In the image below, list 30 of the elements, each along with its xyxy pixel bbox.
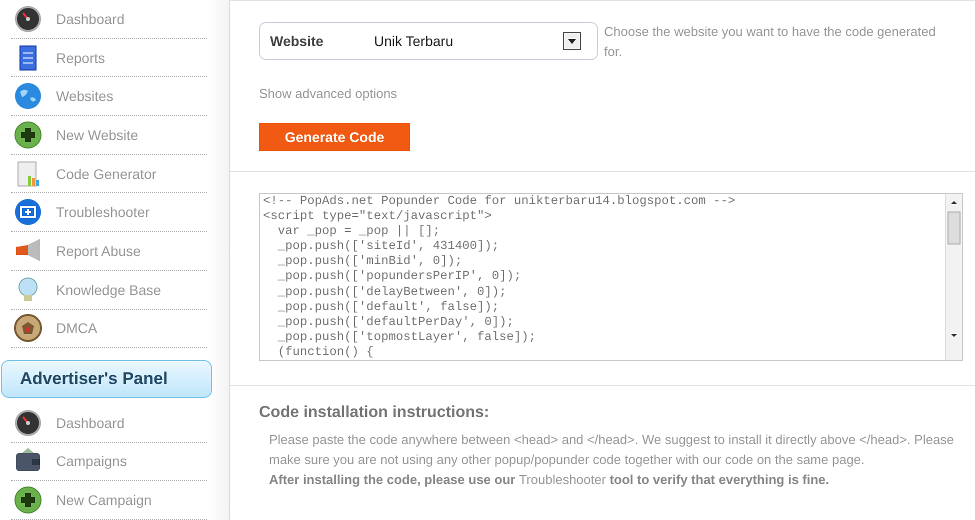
troubleshooter-link[interactable]: Troubleshooter [518,472,606,487]
sidebar-item[interactable]: Report Abuse [11,232,207,271]
instructions-text: Please paste the code anywhere between <head> and </head>. We suggest to install it directly above </head>. Please make sure you are not using any other popup/popunder code together with our code on the same page. [269,431,955,469]
seal-icon [14,314,42,342]
code-textarea[interactable]: <!-- PopAds.net Popunder Code for unikterbaru14.blogspot.com --> <script type="text/javascript"> var _pop = _pop || []; _pop.push(['siteId', 431400]); _pop.push(['minBid', 0]); _pop.push(['popundersPerIP', 0]); _pop.push(['delayBetween', 0]); _pop.push(['default', false]); _pop.push(['defaultPerDay', 0]); _pop.push(['topmostLayer', false]); (function() { [259,193,963,361]
sidebar-item[interactable]: Campaigns [11,442,207,482]
globe-icon [14,82,42,110]
website-dropdown[interactable]: Website Unik Terbaru [259,22,598,60]
hint-text: Choose the website you want to have the code generated for. [604,23,937,61]
sidebar-item[interactable]: Websites [11,77,207,116]
sidebar-item[interactable]: Code Generator [11,154,207,194]
plus-icon [14,486,42,514]
sidebar-item[interactable]: Dashboard [11,0,207,39]
advanced-options-link[interactable]: Show advanced options [259,86,398,101]
instructions-note: After installing the code, please use our Troubleshooter tool to verify that everything is fine. [269,471,830,489]
plus-icon [14,120,42,149]
panel-header: Advertiser's Panel [1,360,212,398]
first-aid-kit-icon [14,198,42,226]
scrollbar[interactable] [945,194,962,360]
gauge-icon [14,4,42,33]
generate-code-button[interactable]: Generate Code [259,123,410,151]
sidebar-item[interactable]: New Website [11,116,207,155]
gauge-icon [14,408,42,437]
sidebar-item[interactable]: Troubleshooter [11,193,207,232]
sidebar-item[interactable]: Knowledge Base [11,270,207,310]
sidebar-item[interactable]: Reports [11,38,207,78]
sidebar-item[interactable]: DMCA [11,310,207,348]
sidebar-item[interactable]: New Campaign [11,481,207,520]
section-heading: Code installation instructions: [259,404,490,422]
sidebar-item[interactable]: Dashboard [11,404,207,443]
